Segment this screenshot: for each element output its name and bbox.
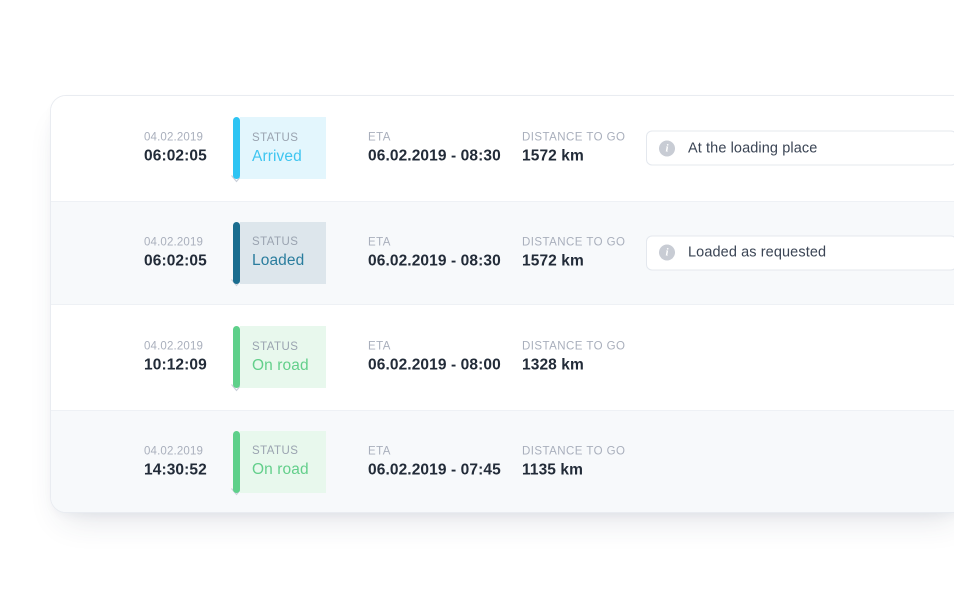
distance-value: 1135 km — [522, 460, 625, 480]
event-time: 10:12:09 — [144, 356, 230, 376]
status-badge[interactable]: STATUSOn road — [233, 326, 326, 388]
status-row[interactable]: 04.02.201910:12:09 STATUSOn road ETA06.02.… — [51, 305, 954, 410]
event-datetime: 04.02.201906:02:05 — [144, 234, 230, 271]
distance-field: DISTANCE TO GO1135 km — [522, 443, 625, 480]
distance-label: DISTANCE TO GO — [522, 234, 625, 251]
distance-value: 1572 km — [522, 251, 625, 271]
status-badge-body: STATUSOn road — [240, 326, 326, 388]
distance-value: 1572 km — [522, 147, 625, 167]
event-time: 14:30:52 — [144, 460, 230, 480]
info-icon: i — [659, 245, 675, 261]
status-row[interactable]: 04.02.201906:02:05 STATUSArrived ETA06.02.… — [51, 96, 954, 201]
event-time: 06:02:05 — [144, 251, 230, 271]
eta-value: 06.02.2019 - 08:30 — [368, 251, 501, 271]
distance-field: DISTANCE TO GO1328 km — [522, 339, 625, 376]
distance-label: DISTANCE TO GO — [522, 339, 625, 356]
status-value: Arrived — [252, 147, 326, 167]
event-datetime: 04.02.201914:30:52 — [144, 443, 230, 480]
event-datetime: 04.02.201906:02:05 — [144, 130, 230, 167]
note-text: Loaded as requested — [688, 245, 826, 261]
distance-field: DISTANCE TO GO1572 km — [522, 130, 625, 167]
distance-value: 1328 km — [522, 356, 625, 376]
event-datetime: 04.02.201910:12:09 — [144, 339, 230, 376]
info-icon: i — [659, 140, 675, 156]
note-box[interactable]: i At the loading place — [646, 131, 954, 166]
status-row[interactable]: 04.02.201914:30:52 STATUSOn road ETA06.02.… — [51, 410, 954, 514]
status-badge-body: STATUSOn road — [240, 431, 326, 493]
status-color-bar — [233, 431, 240, 493]
screen: 04.02.201906:02:05STATUSArrivedETA06.02.… — [0, 0, 954, 606]
status-caption: STATUS — [252, 234, 326, 251]
eta-value: 06.02.2019 - 08:30 — [368, 147, 501, 167]
status-value: On road — [252, 356, 326, 376]
status-color-bar — [233, 117, 240, 179]
event-date: 04.02.2019 — [144, 443, 230, 460]
note-box[interactable]: i Loaded as requested — [646, 235, 954, 270]
shipment-status-timeline-card: 04.02.201906:02:05STATUSArrivedETA06.02.… — [50, 95, 954, 513]
status-value: On road — [252, 460, 326, 480]
eta-label: ETA — [368, 234, 501, 251]
status-row[interactable]: 04.02.201906:02:05 STATUSLoaded ETA06.02.2… — [51, 201, 954, 306]
event-date: 04.02.2019 — [144, 234, 230, 251]
status-color-bar — [233, 326, 240, 388]
eta-field: ETA06.02.2019 - 08:30 — [368, 234, 501, 271]
status-badge-body: STATUSLoaded — [240, 222, 326, 284]
eta-field: ETA06.02.2019 - 07:45 — [368, 443, 501, 480]
eta-value: 06.02.2019 - 07:45 — [368, 460, 501, 480]
note-text: At the loading place — [688, 140, 817, 156]
eta-field: ETA06.02.2019 - 08:30 — [368, 130, 501, 167]
status-color-bar — [233, 222, 240, 284]
distance-field: DISTANCE TO GO1572 km — [522, 234, 625, 271]
status-value: Loaded — [252, 251, 326, 271]
event-date: 04.02.2019 — [144, 130, 230, 147]
event-time: 06:02:05 — [144, 147, 230, 167]
status-caption: STATUS — [252, 443, 326, 460]
status-caption: STATUS — [252, 130, 326, 147]
status-caption: STATUS — [252, 339, 326, 356]
eta-label: ETA — [368, 130, 501, 147]
event-date: 04.02.2019 — [144, 339, 230, 356]
status-row-list: 04.02.201906:02:05STATUSArrivedETA06.02.… — [51, 96, 954, 513]
status-badge[interactable]: STATUSLoaded — [233, 222, 326, 284]
status-badge-body: STATUSArrived — [240, 117, 326, 179]
status-badge[interactable]: STATUSArrived — [233, 117, 326, 179]
eta-label: ETA — [368, 443, 501, 460]
distance-label: DISTANCE TO GO — [522, 130, 625, 147]
eta-field: ETA06.02.2019 - 08:00 — [368, 339, 501, 376]
eta-value: 06.02.2019 - 08:00 — [368, 356, 501, 376]
distance-label: DISTANCE TO GO — [522, 443, 625, 460]
eta-label: ETA — [368, 339, 501, 356]
status-badge[interactable]: STATUSOn road — [233, 431, 326, 493]
